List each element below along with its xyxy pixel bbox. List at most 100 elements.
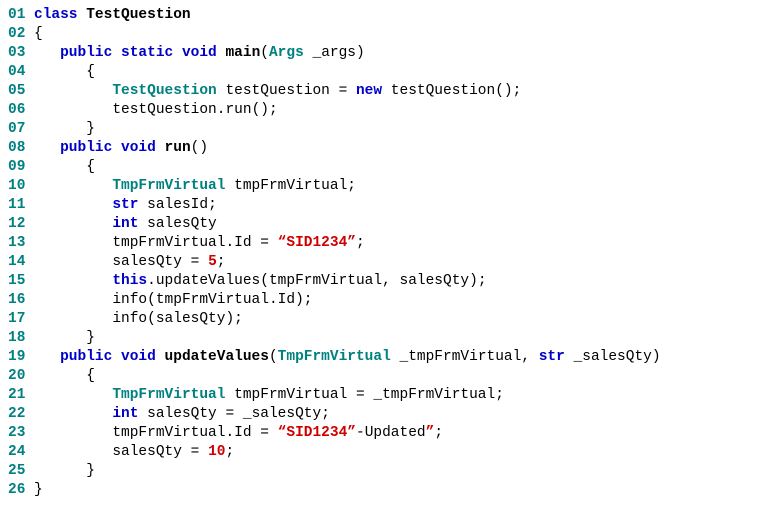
line-number: 11 [8, 196, 34, 215]
code-line: 09 { [8, 158, 766, 177]
code-token: ); [469, 273, 486, 289]
code-line: 13 tmpFrmVirtual.Id = “SID1234”; [8, 234, 766, 253]
code-token: class [34, 7, 78, 23]
code-token: salesQty [147, 216, 217, 232]
code-token: ( [147, 311, 156, 327]
line-number: 23 [8, 424, 34, 443]
line-number: 02 [8, 25, 34, 44]
code-token: void [121, 140, 156, 156]
code-line: 21 TmpFrmVirtual tmpFrmVirtual = _tmpFrm… [8, 386, 766, 405]
code-token: 10 [208, 444, 225, 460]
code-token: _tmpFrmVirtual [373, 387, 495, 403]
code-token: TmpFrmVirtual [112, 178, 225, 194]
code-line: 14 salesQty = 5; [8, 253, 766, 272]
code-token: , [382, 273, 391, 289]
code-token: Updated [365, 425, 426, 441]
line-number: 04 [8, 63, 34, 82]
code-token: = [356, 387, 365, 403]
line-number: 19 [8, 348, 34, 367]
code-line: 12 int salesQty [8, 215, 766, 234]
code-token: } [86, 330, 95, 346]
line-number: 08 [8, 139, 34, 158]
code-token: } [86, 121, 95, 137]
code-token: _tmpFrmVirtual [400, 349, 522, 365]
code-token: . [269, 292, 278, 308]
code-token: TmpFrmVirtual [278, 349, 391, 365]
code-token: 5 [208, 254, 217, 270]
line-number: 15 [8, 272, 34, 291]
line-number: 10 [8, 177, 34, 196]
code-token: ; [321, 406, 330, 422]
code-token: ( [269, 349, 278, 365]
code-token: ; [356, 235, 365, 251]
code-token: tmpFrmVirtual [234, 387, 347, 403]
code-token: this [112, 273, 147, 289]
code-token: salesId [147, 197, 208, 213]
code-token: (); [252, 102, 278, 118]
code-line: 26} [8, 481, 766, 500]
code-line: 05 TestQuestion testQuestion = new testQ… [8, 82, 766, 101]
line-number: 12 [8, 215, 34, 234]
code-token: ); [225, 311, 242, 327]
code-token: void [121, 349, 156, 365]
code-token: str [112, 197, 138, 213]
line-number: 03 [8, 44, 34, 63]
code-token: testQuestion [112, 102, 216, 118]
code-line: 10 TmpFrmVirtual tmpFrmVirtual; [8, 177, 766, 196]
code-token: ( [260, 273, 269, 289]
line-number: 17 [8, 310, 34, 329]
code-token: ( [147, 292, 156, 308]
code-line: 20 { [8, 367, 766, 386]
code-line: 16 info(tmpFrmVirtual.Id); [8, 291, 766, 310]
line-number: 22 [8, 405, 34, 424]
code-token: public [60, 45, 112, 61]
code-line: 03 public static void main(Args _args) [8, 44, 766, 63]
code-token: salesQty [112, 254, 182, 270]
line-number: 25 [8, 462, 34, 481]
code-token: { [86, 64, 95, 80]
code-token: info [112, 311, 147, 327]
line-number: 07 [8, 120, 34, 139]
code-token: ) [356, 45, 365, 61]
line-number: 06 [8, 101, 34, 120]
code-token: “SID1234” [278, 425, 356, 441]
code-token: { [86, 368, 95, 384]
line-number: 24 [8, 443, 34, 462]
code-line: 24 salesQty = 10; [8, 443, 766, 462]
code-token: . [225, 235, 234, 251]
line-number: 09 [8, 158, 34, 177]
code-token: { [86, 159, 95, 175]
code-line: 15 this.updateValues(tmpFrmVirtual, sale… [8, 272, 766, 291]
code-token: ; [434, 425, 443, 441]
code-line: 01class TestQuestion [8, 6, 766, 25]
code-token: . [147, 273, 156, 289]
code-token: } [34, 482, 43, 498]
code-token: ) [652, 349, 661, 365]
code-line: 06 testQuestion.run(); [8, 101, 766, 120]
code-token: , [521, 349, 530, 365]
code-token: ; [495, 387, 504, 403]
code-line: 18 } [8, 329, 766, 348]
code-token: Id [234, 425, 251, 441]
code-token: public [60, 349, 112, 365]
code-token: “SID1234” [278, 235, 356, 251]
code-token: ; [208, 197, 217, 213]
code-token: = [339, 83, 348, 99]
code-token: = [191, 254, 200, 270]
code-token: tmpFrmVirtual [234, 178, 347, 194]
code-line: 07 } [8, 120, 766, 139]
code-token: tmpFrmVirtual [156, 292, 269, 308]
code-line: 22 int salesQty = _salesQty; [8, 405, 766, 424]
code-token: salesQty [156, 311, 226, 327]
line-number: 01 [8, 6, 34, 25]
code-token: static [121, 45, 173, 61]
line-number: 26 [8, 481, 34, 500]
code-token: ( [260, 45, 269, 61]
code-token: info [112, 292, 147, 308]
code-token: TmpFrmVirtual [112, 387, 225, 403]
code-line: 04 { [8, 63, 766, 82]
code-token: public [60, 140, 112, 156]
code-token: void [182, 45, 217, 61]
code-token: tmpFrmVirtual [112, 425, 225, 441]
code-line: 02{ [8, 25, 766, 44]
